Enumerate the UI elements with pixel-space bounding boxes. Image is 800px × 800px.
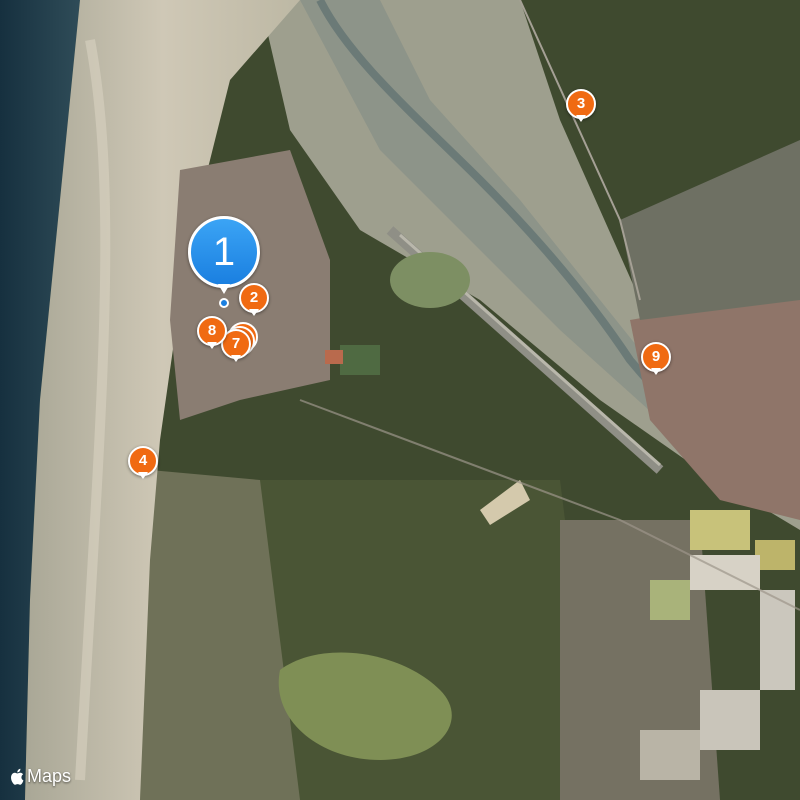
location-dot bbox=[219, 298, 229, 308]
satellite-imagery bbox=[0, 0, 800, 800]
pin-1-label: 1 bbox=[188, 216, 260, 288]
map-view[interactable]: 1 2 3 4 7 8 9 Maps bbox=[0, 0, 800, 800]
apple-logo-icon bbox=[11, 768, 24, 785]
maps-attribution[interactable]: Maps bbox=[10, 766, 71, 787]
attribution-text: Maps bbox=[27, 766, 72, 786]
